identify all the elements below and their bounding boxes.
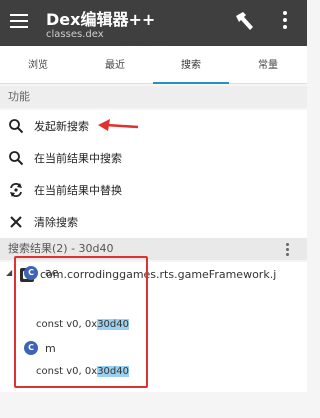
- clear-search-item[interactable]: 清除搜索: [0, 206, 307, 238]
- tab-recent[interactable]: 最近: [77, 46, 153, 84]
- replace-in-results-item[interactable]: 在当前结果中替换: [0, 174, 307, 206]
- clear-search-label: 清除搜索: [34, 216, 78, 229]
- search-in-results-label: 在当前结果中搜索: [34, 152, 122, 165]
- results-more-icon[interactable]: [284, 243, 290, 257]
- search-icon: [9, 151, 24, 166]
- tree-expand-icon[interactable]: ◢: [6, 268, 12, 277]
- functions-header: 功能: [0, 86, 307, 108]
- app-title: Dex编辑器++: [46, 10, 156, 29]
- search-in-results-item[interactable]: 在当前结果中搜索: [0, 142, 307, 174]
- file-subtitle: classes.dex: [46, 29, 104, 40]
- new-search-item[interactable]: 发起新搜索: [0, 110, 307, 142]
- replace-icon: [10, 183, 22, 197]
- bottom-area: [0, 392, 307, 418]
- close-icon: [10, 216, 22, 228]
- tab-constants[interactable]: 常量: [230, 46, 306, 84]
- annotation-arrow: [98, 119, 139, 131]
- hammer-icon[interactable]: [232, 10, 256, 34]
- tab-bar: 浏览 最近 搜索 常量: [0, 46, 307, 84]
- tab-browse[interactable]: 浏览: [0, 46, 76, 84]
- menu-icon[interactable]: [10, 14, 28, 30]
- replace-in-results-label: 在当前结果中替换: [34, 184, 122, 197]
- search-icon: [9, 119, 24, 134]
- new-search-label: 发起新搜索: [34, 120, 89, 133]
- tab-search[interactable]: 搜索: [153, 46, 229, 84]
- overflow-menu-icon[interactable]: [282, 11, 288, 33]
- annotation-box: [14, 256, 148, 388]
